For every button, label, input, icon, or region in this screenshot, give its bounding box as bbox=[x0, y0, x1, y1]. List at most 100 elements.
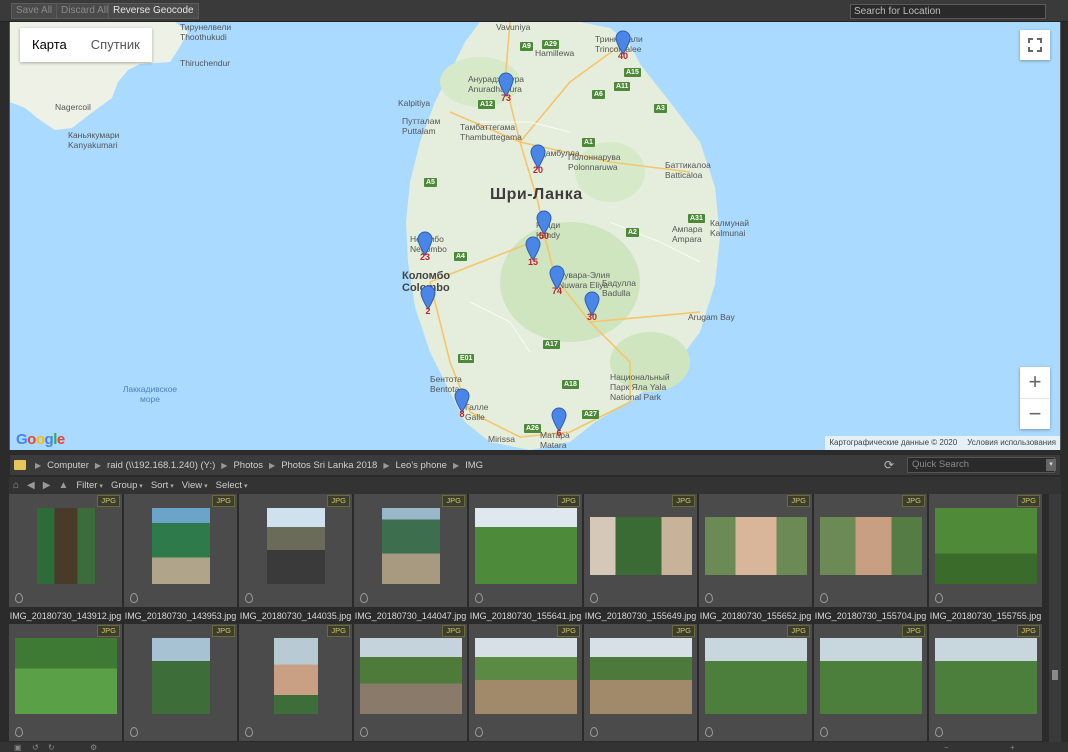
geotag-pin-icon bbox=[130, 727, 138, 737]
chevron-right-icon: ▶ bbox=[383, 460, 390, 470]
file-name: IMG_20180730_144047.jpg bbox=[354, 611, 467, 621]
top-toolbar: Save All Discard All Reverse Geocode Sea… bbox=[0, 0, 1068, 22]
road-shield: A18 bbox=[562, 380, 579, 389]
reverse-geocode-button[interactable]: Reverse Geocode bbox=[108, 3, 199, 19]
photo-thumbnail[interactable] bbox=[820, 517, 922, 575]
thumbnail-cell[interactable]: JPG IMG_20180730_155641.jpg bbox=[469, 494, 583, 621]
photo-thumbnail[interactable] bbox=[475, 508, 577, 584]
path-bar: ▶ Computer ▶ raid (\\192.168.1.240) (Y:)… bbox=[9, 454, 1061, 476]
up-icon[interactable]: ▲ bbox=[58, 480, 68, 491]
photo-thumbnail[interactable] bbox=[37, 508, 95, 584]
fullscreen-button[interactable] bbox=[1020, 30, 1050, 60]
geotag-pin-icon bbox=[475, 593, 483, 603]
photo-thumbnail[interactable] bbox=[15, 638, 117, 714]
crumb-raid[interactable]: raid (\\192.168.1.240) (Y:) bbox=[107, 460, 215, 471]
thumbnail-cell[interactable]: JPG bbox=[469, 624, 583, 742]
discard-all-button[interactable]: Discard All bbox=[56, 3, 114, 19]
pin-count: 73 bbox=[500, 93, 511, 103]
refresh-icon[interactable]: ⟳ bbox=[884, 458, 894, 472]
grid-scrollbar[interactable] bbox=[1049, 494, 1061, 742]
crumb-photos[interactable]: Photos bbox=[233, 460, 263, 471]
select-menu[interactable]: Select bbox=[216, 480, 248, 491]
crumb-computer[interactable]: Computer bbox=[47, 460, 89, 471]
file-type-badge: JPG bbox=[327, 625, 350, 637]
place-ampara: Ампара Ampara bbox=[672, 224, 703, 244]
thumbnail-cell[interactable]: JPG IMG_20180730_144047.jpg bbox=[354, 494, 468, 621]
crumb-leos-phone[interactable]: Leo's phone bbox=[395, 460, 446, 471]
photo-thumbnail[interactable] bbox=[935, 638, 1037, 714]
photo-thumbnail[interactable] bbox=[590, 517, 692, 575]
thumbnail-cell[interactable]: JPG IMG_20180730_143912.jpg bbox=[9, 494, 123, 621]
thumbnail-cell[interactable]: JPG bbox=[699, 624, 813, 742]
photo-thumbnail[interactable] bbox=[820, 638, 922, 714]
thumbnail-cell[interactable]: JPG bbox=[584, 624, 698, 742]
photo-thumbnail[interactable] bbox=[475, 638, 577, 714]
view-menu[interactable]: View bbox=[182, 480, 208, 491]
place-kalpitiya: Kalpitiya bbox=[398, 98, 431, 108]
map-type-map-button[interactable]: Карта bbox=[20, 28, 79, 62]
zoom-in-button[interactable]: + bbox=[1020, 367, 1050, 398]
chevron-right-icon: ▶ bbox=[94, 460, 102, 470]
rotate-left-icon[interactable]: ↺ bbox=[32, 743, 39, 752]
quick-search-input[interactable]: Quick Search bbox=[907, 457, 1055, 473]
geotag-pin-icon bbox=[245, 727, 253, 737]
map-type-satellite-button[interactable]: Спутник bbox=[79, 28, 152, 62]
thumbnail-cell[interactable]: JPG IMG_20180730_155704.jpg bbox=[814, 494, 928, 621]
folder-icon bbox=[14, 460, 26, 470]
location-search-input[interactable]: Search for Location bbox=[850, 4, 1046, 19]
thumbnail-cell[interactable]: JPG bbox=[354, 624, 468, 742]
zoom-out-thumbs-icon[interactable]: − bbox=[944, 743, 949, 752]
crumb-img[interactable]: IMG bbox=[465, 460, 483, 471]
photo-thumbnail[interactable] bbox=[152, 638, 210, 714]
sort-menu[interactable]: Sort bbox=[151, 480, 174, 491]
file-type-badge: JPG bbox=[672, 625, 695, 637]
filter-menu[interactable]: Filter bbox=[76, 480, 103, 491]
thumbnail-cell[interactable]: JPG bbox=[124, 624, 238, 742]
geotag-pin-icon bbox=[360, 593, 368, 603]
thumbnail-cell[interactable]: JPG IMG_20180730_155652.jpg bbox=[699, 494, 813, 621]
sea-label: Лаккадивское море bbox=[122, 384, 178, 404]
search-dropdown-icon[interactable]: ▾ bbox=[1046, 459, 1056, 471]
road-shield: A26 bbox=[524, 424, 541, 433]
crumb-photos-sri-lanka[interactable]: Photos Sri Lanka 2018 bbox=[281, 460, 377, 471]
geotag-pin-icon bbox=[935, 593, 943, 603]
terms-link[interactable]: Условия использования bbox=[967, 436, 1056, 450]
rotate-right-icon[interactable]: ↻ bbox=[48, 743, 55, 752]
thumbnail-cell[interactable]: JPG bbox=[929, 624, 1043, 742]
zoom-out-button[interactable]: − bbox=[1020, 398, 1050, 429]
thumbnail-cell[interactable]: JPG bbox=[239, 624, 353, 742]
photo-thumbnail[interactable] bbox=[705, 638, 807, 714]
photo-thumbnail[interactable] bbox=[360, 638, 462, 714]
photo-thumbnail[interactable] bbox=[267, 508, 325, 584]
thumbnail-cell[interactable]: JPG IMG_20180730_155649.jpg bbox=[584, 494, 698, 621]
settings-icon[interactable]: ⚙ bbox=[90, 743, 97, 752]
road-shield: A27 bbox=[582, 410, 599, 419]
file-type-badge: JPG bbox=[672, 495, 695, 507]
thumbnail-cell[interactable]: JPG bbox=[9, 624, 123, 742]
save-all-button[interactable]: Save All bbox=[11, 3, 58, 19]
photo-thumbnail[interactable] bbox=[590, 638, 692, 714]
map-view[interactable]: Vavuniya Тринкомали Trincomalee Анурадха… bbox=[9, 22, 1061, 450]
thumbnail-cell[interactable]: JPG IMG_20180730_155755.jpg bbox=[929, 494, 1043, 621]
scroll-thumb[interactable] bbox=[1052, 670, 1058, 680]
geotag-pin-icon bbox=[245, 593, 253, 603]
forward-icon[interactable]: ▶ bbox=[43, 480, 51, 491]
group-menu[interactable]: Group bbox=[111, 480, 143, 491]
zoom-in-thumbs-icon[interactable]: + bbox=[1010, 743, 1015, 752]
home-icon[interactable]: ⌂ bbox=[13, 480, 19, 491]
action-icon[interactable]: ▣ bbox=[14, 743, 22, 752]
geotag-pin-icon bbox=[15, 727, 23, 737]
file-type-badge: JPG bbox=[212, 495, 235, 507]
thumbnail-cell[interactable]: JPG bbox=[814, 624, 928, 742]
thumbnail-cell[interactable]: JPG IMG_20180730_143953.jpg bbox=[124, 494, 238, 621]
file-type-badge: JPG bbox=[557, 625, 580, 637]
photo-thumbnail[interactable] bbox=[935, 508, 1037, 584]
thumbnail-cell[interactable]: JPG IMG_20180730_144035.jpg bbox=[239, 494, 353, 621]
photo-thumbnail[interactable] bbox=[152, 508, 210, 584]
photo-thumbnail[interactable] bbox=[382, 508, 440, 584]
photo-thumbnail[interactable] bbox=[705, 517, 807, 575]
place-nagercoil: Nagercoil bbox=[55, 102, 91, 112]
photo-thumbnail[interactable] bbox=[274, 638, 318, 714]
chevron-right-icon: ▶ bbox=[269, 460, 276, 470]
back-icon[interactable]: ◀ bbox=[27, 480, 35, 491]
